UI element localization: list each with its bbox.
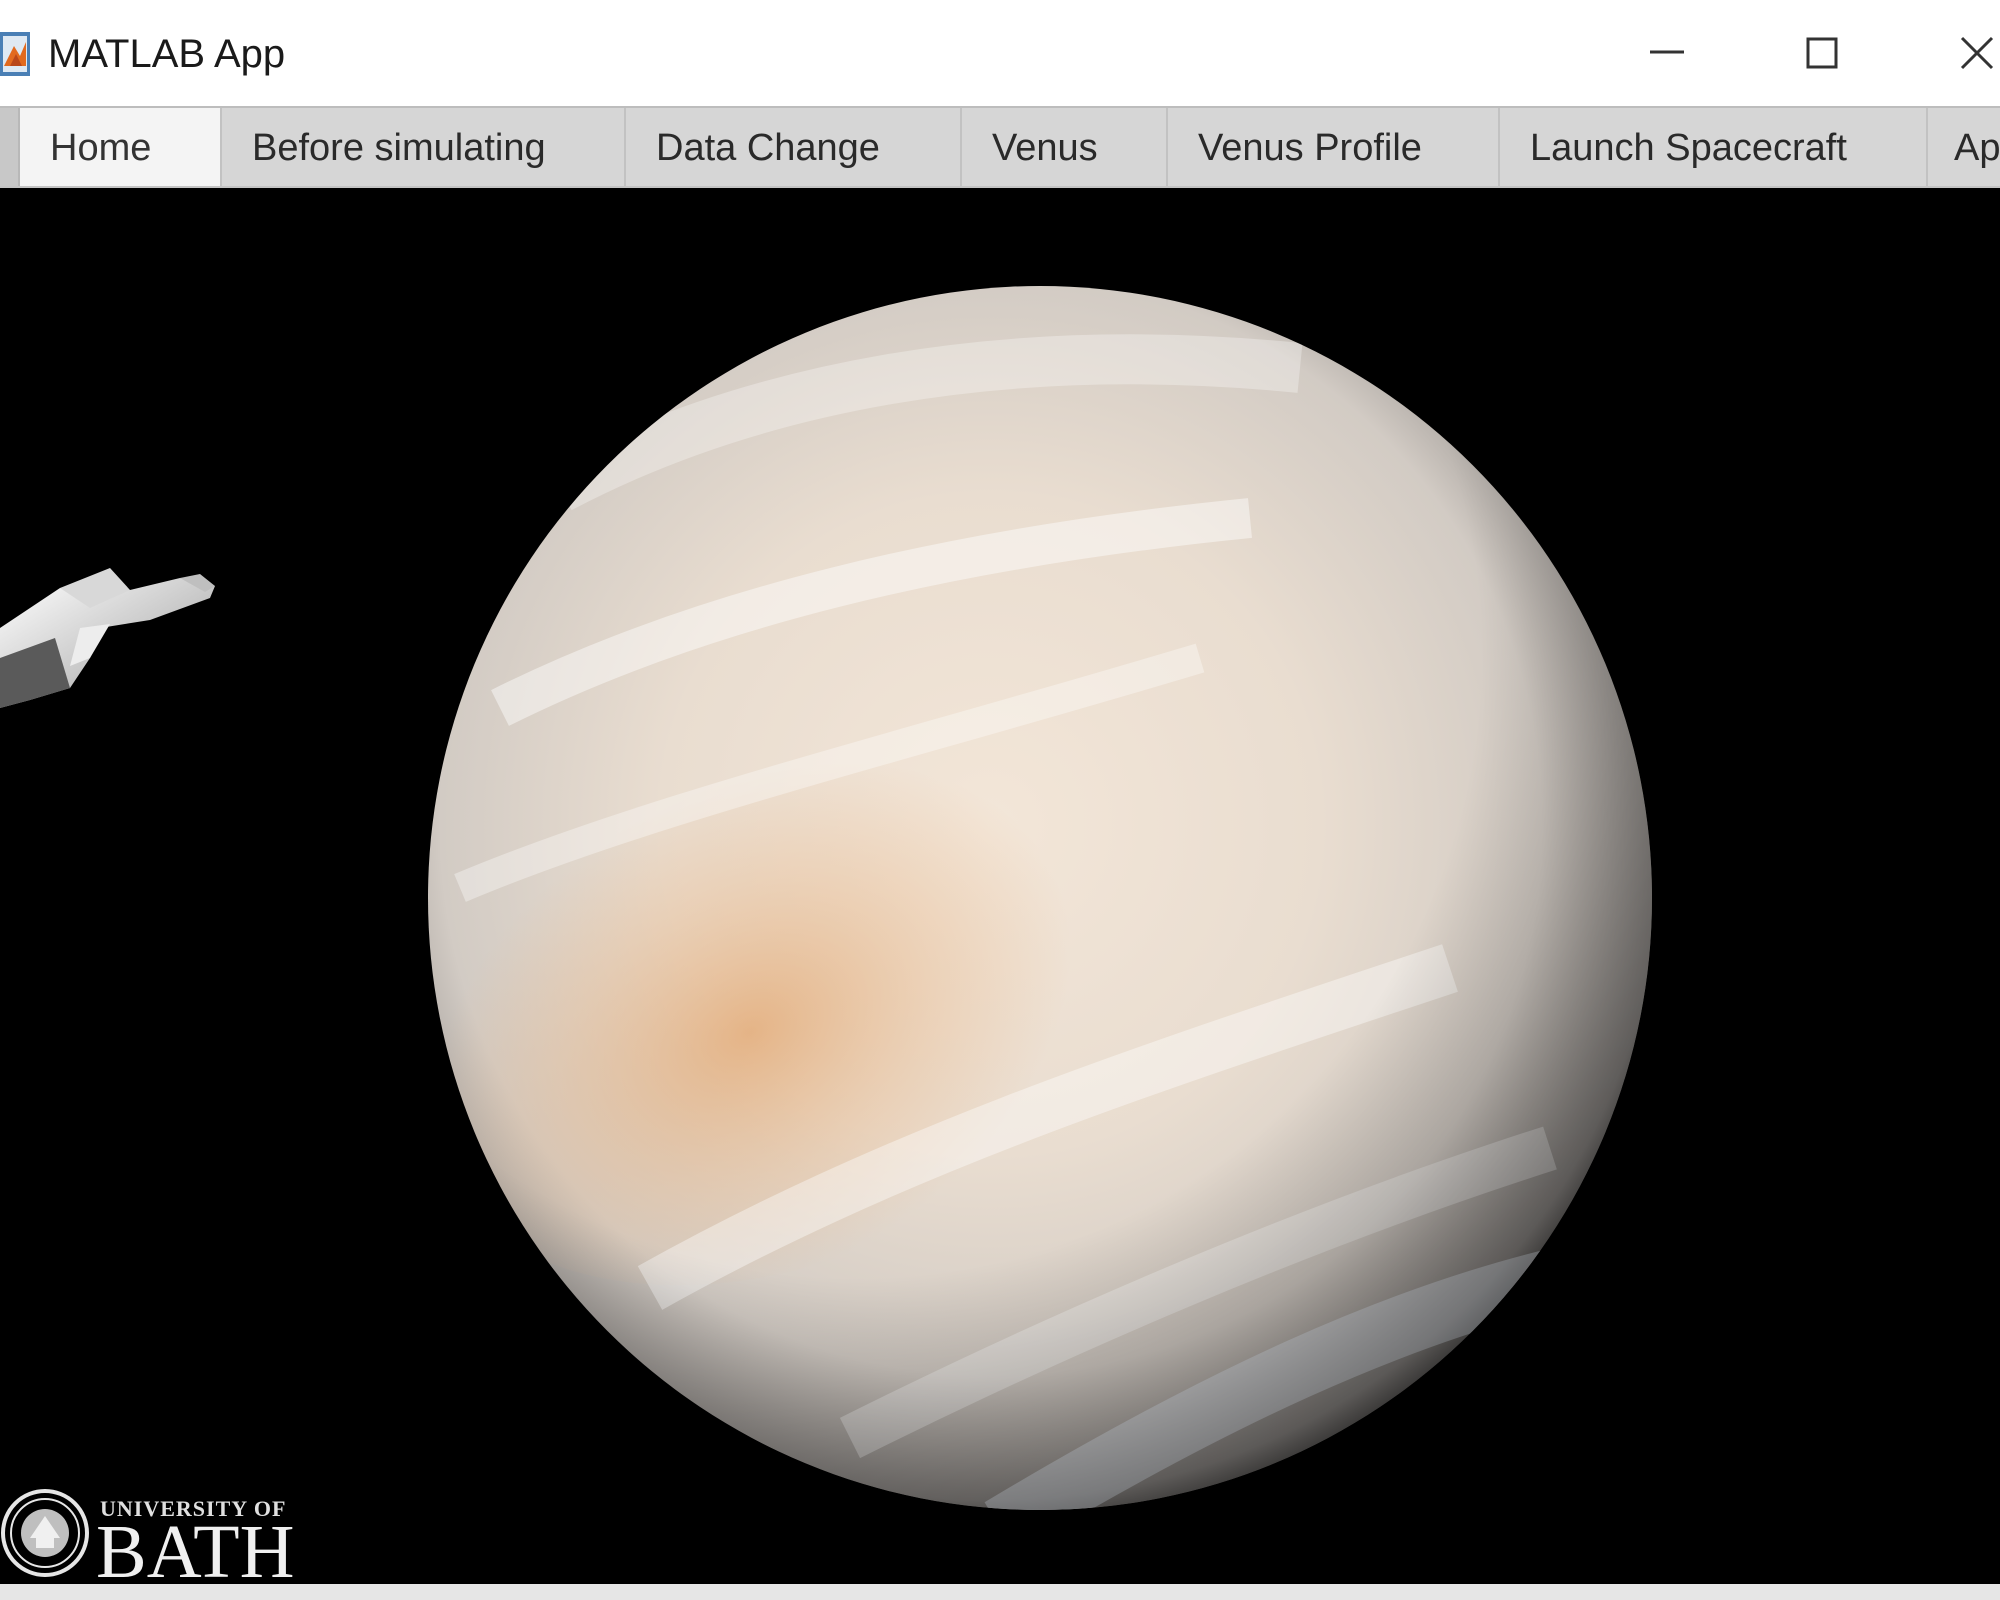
spacecraft	[0, 568, 215, 708]
tab-home-label: Home	[50, 127, 152, 169]
tab-ap[interactable]: Ap	[1928, 108, 2000, 186]
matlab-app-icon	[0, 32, 30, 76]
tab-before-simulating-label: Before simulating	[252, 127, 546, 169]
venus-planet	[428, 286, 1652, 1510]
tab-venus-label: Venus	[992, 127, 1098, 169]
university-of-bath-logo: UNIVERSITY OF BATH	[0, 1488, 320, 1584]
close-button[interactable]	[1920, 18, 2000, 88]
tab-data-change-label: Data Change	[656, 127, 880, 169]
window-title: MATLAB App	[48, 32, 286, 76]
window-bottom-border	[0, 1584, 2000, 1600]
title-bar[interactable]: MATLAB App	[0, 0, 2000, 106]
minimize-icon	[1650, 50, 1684, 54]
tab-strip-left-edge	[0, 108, 20, 186]
university-seal-icon	[1, 1489, 89, 1577]
tab-ap-label: Ap	[1954, 127, 2000, 169]
tab-data-change[interactable]: Data Change	[626, 108, 962, 186]
tab-before-simulating[interactable]: Before simulating	[222, 108, 626, 186]
tab-strip: Home Before simulating Data Change Venus…	[0, 106, 2000, 188]
tab-launch-spacecraft-label: Launch Spacecraft	[1530, 127, 1847, 169]
tab-venus-profile[interactable]: Venus Profile	[1168, 108, 1500, 186]
home-tab-content: UNIVERSITY OF BATH	[0, 188, 2000, 1584]
minimize-button[interactable]	[1612, 18, 1722, 88]
close-icon	[1960, 36, 1994, 70]
maximize-icon	[1806, 37, 1838, 69]
home-image	[0, 286, 1652, 1510]
tab-home[interactable]: Home	[20, 108, 222, 186]
tab-launch-spacecraft[interactable]: Launch Spacecraft	[1500, 108, 1928, 186]
maximize-button[interactable]	[1766, 18, 1876, 88]
logo-line-bath: BATH	[96, 1510, 295, 1584]
matlab-app-window: MATLAB App Home Before simulating Data C…	[0, 0, 2000, 1600]
tab-venus-profile-label: Venus Profile	[1198, 127, 1422, 169]
tab-venus[interactable]: Venus	[962, 108, 1168, 186]
